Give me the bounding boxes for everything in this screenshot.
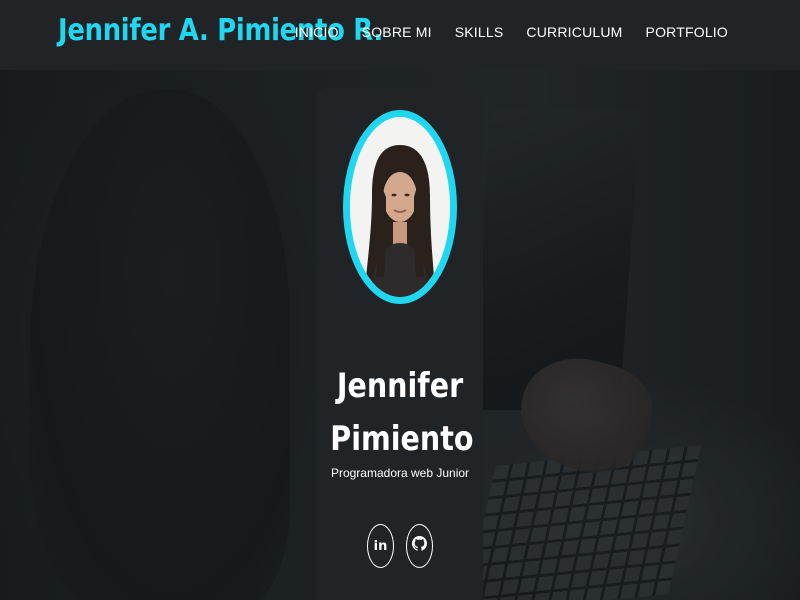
- github-icon-graphic: [412, 536, 427, 551]
- nav-item-curriculum: CURRICULUM: [526, 24, 622, 42]
- nav-link-portfolio[interactable]: PORTFOLIO: [646, 24, 728, 40]
- nav-item-skills: SKILLS: [455, 24, 504, 42]
- linkedin-button[interactable]: in: [367, 524, 394, 568]
- navbar: Jennifer A. Pimiento R. INICIO SOBRE MI …: [0, 0, 800, 70]
- nav-link-curriculum[interactable]: CURRICULUM: [526, 24, 622, 40]
- profile-role: Programadora web Junior: [330, 466, 470, 480]
- profile-name: Jennifer Pimiento: [330, 360, 474, 466]
- nav-link-sobre-mi[interactable]: SOBRE MI: [362, 24, 432, 40]
- profile-photo: [343, 110, 457, 304]
- profile-card: Jennifer Pimiento Programadora web Junio…: [317, 88, 483, 600]
- nav-link-skills[interactable]: SKILLS: [455, 24, 504, 40]
- nav-item-portfolio: PORTFOLIO: [646, 24, 728, 42]
- social-links: in: [367, 524, 433, 568]
- profile-photo-illustration: [350, 117, 450, 297]
- github-icon: [412, 536, 427, 556]
- nav-item-sobre-mi: SOBRE MI: [362, 24, 432, 42]
- github-button[interactable]: [406, 524, 433, 568]
- nav-item-inicio: INICIO: [295, 24, 339, 42]
- profile-name-last: Pimiento: [330, 419, 474, 459]
- profile-name-first: Jennifer: [336, 366, 464, 406]
- nav-menu: INICIO SOBRE MI SKILLS CURRICULUM PORTFO…: [295, 24, 728, 42]
- page: Jennifer A. Pimiento R. INICIO SOBRE MI …: [0, 0, 800, 600]
- linkedin-icon: in: [373, 538, 388, 554]
- nav-link-inicio[interactable]: INICIO: [295, 24, 339, 40]
